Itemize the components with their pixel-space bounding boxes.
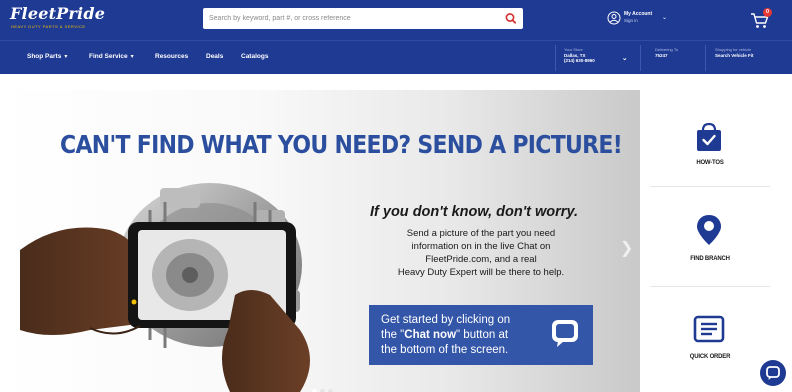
cart-button[interactable]: 0 <box>750 8 774 30</box>
quick-link-find-branch[interactable]: FIND BRANCH <box>648 190 772 285</box>
account-title: My Account <box>624 11 653 17</box>
order-list-icon <box>693 315 725 343</box>
nav-label: Resources <box>155 53 189 60</box>
logo-tagline: HEAVY DUTY PARTS & SERVICE <box>11 24 86 29</box>
vehicle-label: Shopping for vehicle <box>715 47 752 52</box>
body-line: Heavy Duty Expert will be there to help. <box>397 267 565 278</box>
store-selector[interactable]: Your Store Dallas, TX (214) 630-8960 <box>564 47 595 63</box>
nav-catalogs[interactable]: Catalogs <box>241 53 268 60</box>
cta-text: Get started by clicking on the "Chat now… <box>381 313 510 358</box>
chat-icon <box>552 320 578 347</box>
map-pin-icon <box>697 215 721 245</box>
search-button[interactable] <box>503 10 519 27</box>
account-signin: Sign in <box>624 18 638 23</box>
cta-line: the bottom of the screen. <box>381 344 509 356</box>
nav-label: Find Service <box>89 53 128 60</box>
top-bar: FleetPride HEAVY DUTY PARTS & SERVICE My… <box>0 0 792 40</box>
nav-label: Deals <box>206 53 224 60</box>
nav-divider <box>640 45 641 71</box>
nav-label: Catalogs <box>241 53 269 60</box>
quick-link-label: QUICK ORDER <box>689 354 731 360</box>
chat-now-button[interactable] <box>760 360 786 386</box>
delivering-label: Delivering To <box>655 47 679 52</box>
store-phone: (214) 630-8960 <box>564 58 595 63</box>
banner-headline: CAN'T FIND WHAT YOU NEED? SEND A PICTURE… <box>60 130 623 159</box>
carousel-dots <box>312 381 336 392</box>
nav-shop-parts[interactable]: Shop Parts ▾ <box>27 53 67 60</box>
divider <box>650 186 770 187</box>
cta-line: Get started by clicking on <box>381 314 511 326</box>
delivery-location[interactable]: Delivering To 75247 <box>655 47 678 58</box>
vehicle-search: Search Vehicle Fit <box>715 53 754 58</box>
cta-line: the "Chat now" button at <box>381 328 510 343</box>
body-line: information on in the live Chat on <box>411 241 551 252</box>
chevron-down-icon[interactable]: ⌄ <box>622 54 627 62</box>
nav-resources[interactable]: Resources <box>155 53 188 60</box>
cart-count-badge: 0 <box>763 8 772 17</box>
nav-divider <box>705 45 706 71</box>
cta-text-part: the " <box>381 329 405 341</box>
quick-links-panel: HOW-TOS FIND BRANCH QUICK ORDER <box>648 90 772 392</box>
chat-icon <box>766 366 780 380</box>
nav-divider <box>555 45 556 71</box>
logo-wordmark: FleetPride <box>10 4 106 23</box>
chevron-down-icon: ▾ <box>130 54 134 60</box>
chevron-down-icon: ⌄ <box>662 15 668 21</box>
search-input[interactable] <box>209 8 489 29</box>
body-line: FleetPride.com, and a real <box>425 254 537 265</box>
main-nav: Shop Parts ▾ Find Service ▾ Resources Deal… <box>0 40 792 74</box>
chat-cta-box[interactable]: Get started by clicking on the "Chat now… <box>369 305 593 365</box>
user-icon <box>607 11 621 25</box>
chat-now-emphasis: Chat now <box>404 329 457 341</box>
chevron-down-icon: ▾ <box>64 54 68 60</box>
body-line: Send a picture of the part you need <box>406 228 556 239</box>
shopping-bag-check-icon <box>697 122 721 151</box>
nav-find-service[interactable]: Find Service ▾ <box>89 53 134 60</box>
my-account-menu[interactable]: My Account Sign in ⌄ <box>607 10 667 30</box>
fleetpride-logo[interactable]: FleetPride HEAVY DUTY PARTS & SERVICE <box>10 4 105 34</box>
nav-deals[interactable]: Deals <box>206 53 223 60</box>
next-slide-arrow[interactable]: ❯ <box>620 238 633 258</box>
cta-text-part: " button at <box>456 329 509 341</box>
store-label: Your Store <box>564 47 583 52</box>
search-icon <box>505 13 517 24</box>
banner-body: Send a picture of the part you need info… <box>370 227 592 279</box>
banner-subhead: If you don't know, don't worry. <box>370 204 578 220</box>
hero-banner[interactable]: CAN'T FIND WHAT YOU NEED? SEND A PICTURE… <box>0 90 640 392</box>
quick-link-quick-order[interactable]: QUICK ORDER <box>648 290 772 385</box>
quick-link-how-tos[interactable]: HOW-TOS <box>648 90 772 185</box>
divider <box>650 286 770 287</box>
search-bar <box>203 8 523 29</box>
vehicle-selector[interactable]: Shopping for vehicle Search Vehicle Fit <box>715 47 754 58</box>
nav-label: Shop Parts <box>27 53 62 60</box>
quick-link-label: FIND BRANCH <box>690 256 730 262</box>
delivering-zip: 75247 <box>655 53 668 58</box>
quick-link-label: HOW-TOS <box>696 160 724 166</box>
